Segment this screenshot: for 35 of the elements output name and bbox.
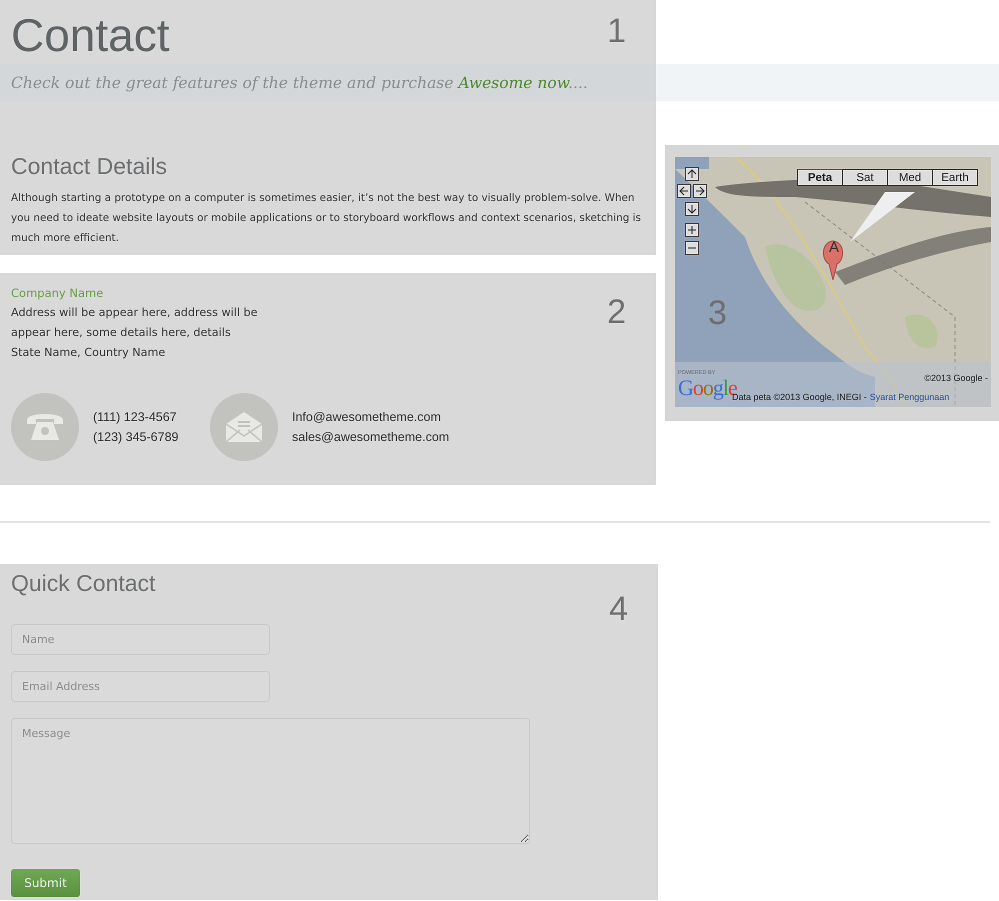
section-number: 1 (607, 14, 626, 48)
copyright-text: ©2013 Google - (924, 373, 988, 383)
phone-number: (123) 345-6789 (93, 429, 178, 446)
section-number: 3 (708, 296, 727, 330)
email-address: sales@awesometheme.com (292, 429, 450, 446)
page-title: Contact (10, 8, 170, 63)
address-line: appear here, some details here, details (11, 325, 231, 341)
marker-label: A (829, 240, 840, 255)
left-arrow-icon[interactable] (677, 184, 691, 198)
attribution-text: Data peta ©2013 Google, INEGI - (732, 392, 867, 402)
phone-number: (111) 123-4567 (93, 409, 178, 426)
down-arrow-icon[interactable] (685, 202, 699, 216)
right-arrow-icon[interactable] (693, 184, 707, 198)
message-field[interactable]: Message (11, 718, 530, 844)
zoom-in-icon[interactable] (685, 223, 699, 237)
section-heading: Contact Details (11, 153, 168, 180)
map-type-tab[interactable]: Med (887, 169, 933, 186)
zoom-out-icon[interactable] (685, 241, 699, 255)
company-name: Company Name (11, 285, 104, 302)
map-type-tab[interactable]: Earth (932, 169, 978, 186)
address-line: State Name, Country Name (11, 345, 166, 361)
paragraph: Although starting a prototype on a computer is sometimes easier, it’s not the best way to visually problem-solve. When you need to ideate website layouts or mobile applications or to storyboard workflows and context scenarios, sketching is much more efficient. (11, 191, 642, 246)
map-type-tab[interactable]: Sat (842, 169, 888, 186)
section-number: 4 (609, 592, 628, 626)
terms-link[interactable]: Syarat Penggunaan (870, 392, 950, 402)
map-marker-icon[interactable] (821, 240, 845, 280)
section-number: 2 (607, 295, 626, 329)
map-type-tab[interactable]: Peta (797, 169, 843, 186)
input-field[interactable]: Name (11, 624, 270, 655)
address-line: Address will be appear here, address will be (11, 305, 258, 321)
email-address: Info@awesometheme.com (292, 409, 442, 426)
input-field[interactable]: Email Address (11, 671, 270, 702)
banner-text: Check out the great features of the theme and purchase Awesome now.... (11, 74, 588, 92)
up-arrow-icon[interactable] (685, 167, 699, 181)
section-heading: Quick Contact (11, 570, 156, 597)
